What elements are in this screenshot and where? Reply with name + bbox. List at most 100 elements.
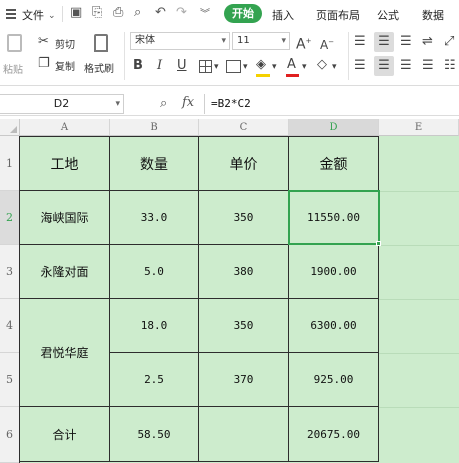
column-header-e[interactable]: E [379,119,459,136]
italic-button[interactable]: I [157,58,162,74]
align-right-icon[interactable]: ☰ [400,58,412,74]
chevron-down-icon[interactable]: ▾ [214,59,219,75]
wrap-icon[interactable]: ⇌ [422,34,433,50]
column-header-b[interactable]: B [110,119,199,136]
export-icon[interactable]: ⎘ [92,5,102,21]
align-bottom-icon[interactable]: ☰ [400,34,412,50]
cell-c4[interactable]: 350 [199,299,289,353]
redo-icon[interactable]: ↷ [176,5,187,21]
brush-icon [94,34,108,52]
font-color-bar [286,74,299,77]
font-size-select[interactable]: 11 ▾ [232,32,290,50]
border-icon[interactable] [199,60,212,73]
hamburger-icon[interactable] [6,9,16,19]
undo-icon[interactable]: ↶ [155,5,166,21]
cell-selection-outline [288,190,380,245]
cell-c5[interactable]: 370 [199,353,289,407]
scissors-icon[interactable]: ✂ [38,34,49,50]
gridline [379,407,459,408]
cell-b2[interactable]: 33.0 [110,191,199,245]
cell-d5[interactable]: 925.00 [289,353,379,407]
menu-file[interactable]: 文件 [22,7,44,23]
print-icon[interactable]: ⎙ [113,5,123,21]
cell-d4[interactable]: 6300.00 [289,299,379,353]
row-header-6[interactable]: 6 [0,407,20,463]
paste-button[interactable]: 粘贴 [2,32,28,82]
shrink-font-icon[interactable]: A− [320,34,334,53]
chevron-down-icon[interactable]: ⌄ [48,8,56,24]
row-header-4[interactable]: 4 [0,299,20,353]
grow-font-icon[interactable]: A+ [296,33,311,53]
cell-c6[interactable] [199,407,289,462]
underline-button[interactable]: U [177,58,187,74]
tab-formula[interactable]: 公式 [377,7,399,23]
header-cell-unit-price[interactable]: 单价 [199,137,289,191]
tab-insert[interactable]: 插入 [272,7,294,23]
cell-a6-total-label[interactable]: 合计 [20,407,110,462]
align-top-icon[interactable]: ☰ [354,34,366,50]
gridline [379,353,459,354]
fill-color-icon[interactable]: ◈ [256,57,266,73]
gridline [379,299,459,300]
select-all-corner[interactable] [0,119,20,136]
cell-a4-merged[interactable]: 君悦华庭 [20,299,110,407]
row-header-3[interactable]: 3 [0,245,20,299]
row-header-5[interactable]: 5 [0,353,20,407]
chevron-down-icon: ▾ [115,99,120,109]
format-painter-button[interactable]: 格式刷 [84,32,120,80]
chevron-down-icon[interactable]: ▾ [302,59,307,75]
cell-d3[interactable]: 1900.00 [289,245,379,299]
format-painter-label: 格式刷 [84,64,114,75]
justify-icon[interactable]: ☰ [422,58,434,74]
tab-data[interactable]: 数据 [422,7,444,23]
header-cell-site[interactable]: 工地 [20,137,110,191]
chevron-down-icon[interactable]: ▾ [332,59,337,75]
chevron-down-icon: ▾ [221,36,226,46]
merge-cells-icon[interactable] [226,60,241,73]
cell-c3[interactable]: 380 [199,245,289,299]
paste-label: 粘贴 [3,65,23,76]
header-cell-amount[interactable]: 金额 [289,137,379,191]
tab-start[interactable]: 开始 [224,4,262,23]
chevron-down-icon[interactable]: ▾ [272,59,277,75]
font-color-icon[interactable]: A [287,57,296,73]
copy-icon[interactable]: ❐ [38,56,50,72]
column-header-d[interactable]: D [289,119,379,136]
fx-icon[interactable]: fx [182,95,194,110]
cell-a3[interactable]: 永隆对面 [20,245,110,299]
row-header-2[interactable]: 2 [0,191,20,245]
zoom-icon[interactable]: ⌕ [160,96,167,111]
distribute-icon[interactable]: ☷ [444,58,456,74]
align-center-icon[interactable]: ☰ [374,56,394,76]
cell-b4[interactable]: 18.0 [110,299,199,353]
orientation-icon[interactable]: ⤢ [444,34,454,50]
gridline [379,245,459,246]
align-middle-icon[interactable]: ☰ [374,32,394,52]
gridline [379,191,459,192]
cell-b5[interactable]: 2.5 [110,353,199,407]
cut-button[interactable]: 剪切 [55,36,75,51]
cell-c2[interactable]: 350 [199,191,289,245]
chevron-down-icon[interactable]: ▾ [243,59,248,75]
save-icon[interactable]: ▣ [70,5,82,21]
column-header-c[interactable]: C [199,119,289,136]
formula-input[interactable]: =B2*C2 [204,94,459,114]
column-header-a[interactable]: A [20,119,110,136]
cell-b6[interactable]: 58.50 [110,407,199,462]
more-chevron-icon[interactable]: ︾ [200,7,210,23]
header-cell-quantity[interactable]: 数量 [110,137,199,191]
cell-a2[interactable]: 海峡国际 [20,191,110,245]
bold-button[interactable]: B [133,58,143,74]
cell-b3[interactable]: 5.0 [110,245,199,299]
cell-d6[interactable]: 20675.00 [289,407,379,462]
font-name-select[interactable]: 宋体 ▾ [130,32,230,50]
fill-handle[interactable] [376,241,381,246]
clipboard-icon [7,34,22,52]
tab-page-layout[interactable]: 页面布局 [316,7,360,23]
align-left-icon[interactable]: ☰ [354,58,366,74]
copy-button[interactable]: 复制 [55,58,75,73]
print-preview-icon[interactable]: ⌕ [134,5,141,21]
name-box[interactable]: D2 ▾ [0,94,124,114]
row-header-1[interactable]: 1 [0,136,20,191]
eraser-icon[interactable]: ◇ [317,57,327,73]
